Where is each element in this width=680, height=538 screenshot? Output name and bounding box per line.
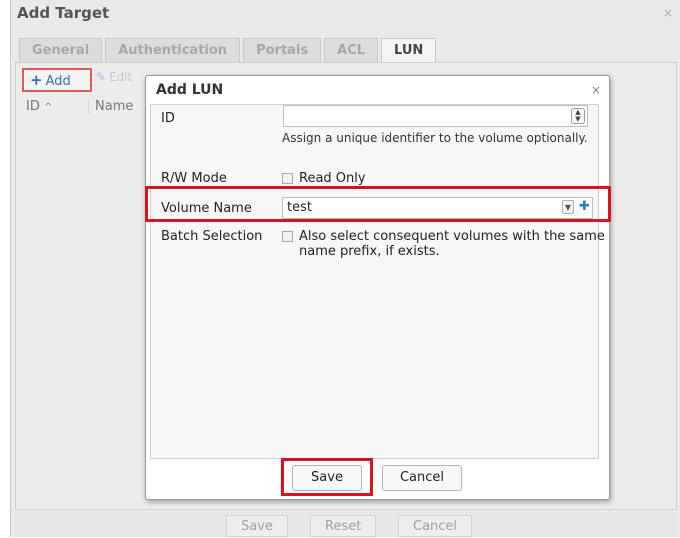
plus-icon: + (30, 71, 43, 89)
close-icon[interactable]: × (663, 6, 673, 20)
column-name[interactable]: Name (88, 99, 133, 114)
batch-selection-text: Also select consequent volumes with the … (299, 229, 605, 259)
batch-selection-option[interactable]: Also select consequent volumes with the … (282, 229, 611, 259)
close-icon[interactable]: × (591, 83, 601, 97)
sort-indicator: ^ (44, 102, 53, 113)
id-hint: Assign a unique identifier to the volume… (282, 131, 588, 145)
rw-mode-label: R/W Mode (161, 171, 227, 186)
pencil-icon: ✎ (96, 70, 107, 84)
add-button[interactable]: + Add (22, 68, 92, 92)
tab-acl[interactable]: ACL (324, 38, 379, 62)
add-lun-dialog: Add LUN × ID ▲ ▼ Assign a unique identifi… (145, 75, 610, 500)
outer-save-button[interactable]: Save (226, 515, 288, 537)
batch-selection-checkbox[interactable] (282, 231, 293, 242)
tab-general[interactable]: General (19, 38, 103, 62)
column-id[interactable]: ID ^ (26, 99, 52, 114)
tab-portals[interactable]: Portals (243, 38, 322, 62)
dialog-title: Add LUN (156, 82, 224, 98)
read-only-label: Read Only (299, 171, 366, 186)
read-only-option[interactable]: Read Only (282, 171, 366, 186)
tab-lun[interactable]: LUN (381, 38, 437, 62)
save-highlight (281, 458, 373, 496)
outer-cancel-button[interactable]: Cancel (398, 515, 473, 537)
outer-reset-button[interactable]: Reset (310, 515, 377, 537)
tab-authentication[interactable]: Authentication (105, 38, 241, 62)
window-title: Add Target (17, 4, 110, 22)
outer-button-bar: Save Reset Cancel (14, 512, 676, 537)
dialog-form: ID ▲ ▼ Assign a unique identifier to the … (150, 104, 605, 459)
id-input[interactable]: ▲ ▼ (283, 105, 588, 127)
dialog-cancel-button[interactable]: Cancel (382, 465, 462, 491)
read-only-checkbox[interactable] (282, 173, 293, 184)
id-label: ID (161, 111, 175, 126)
edit-label: Edit (109, 70, 133, 84)
tab-bar: General Authentication Portals ACL LUN (19, 38, 439, 62)
batch-selection-label: Batch Selection (161, 229, 263, 244)
edit-button[interactable]: ✎ Edit (96, 70, 132, 84)
add-label: Add (45, 74, 71, 89)
volume-name-highlight (145, 186, 611, 222)
spinner-icon[interactable]: ▲ ▼ (571, 108, 585, 124)
